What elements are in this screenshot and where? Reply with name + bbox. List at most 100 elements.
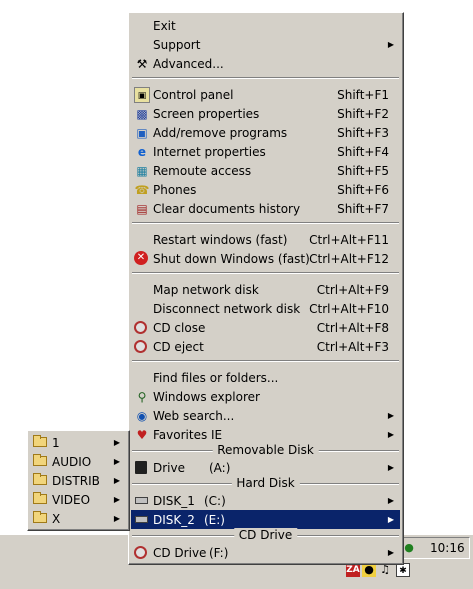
menu-item-label: Drive (153, 461, 185, 475)
menu-item-shortcut: Ctrl+Alt+F9 (316, 283, 389, 297)
submenu-arrow-icon: ▶ (387, 463, 394, 472)
tray-monitor-icon[interactable]: ✱ (396, 563, 410, 577)
menu-item-clear-documents-history[interactable]: ▤ Clear documents history Shift+F7 (131, 199, 400, 218)
submenu-item-video[interactable]: VIDEO ▶ (30, 490, 126, 509)
menu-item-restart-windows[interactable]: Restart windows (fast) Ctrl+Alt+F11 (131, 230, 400, 249)
submenu-item-1[interactable]: 1 ▶ (30, 433, 126, 452)
shutdown-icon: ✕ (134, 251, 148, 265)
internet-icon: e (137, 145, 147, 159)
menu-item-label: Phones (153, 183, 197, 197)
section-header-hard-disk: Hard Disk (132, 476, 399, 491)
drive-icon (135, 516, 148, 523)
menu-item-disconnect-network-disk[interactable]: Disconnect network disk Ctrl+Alt+F10 (131, 299, 400, 318)
menu-item-map-network-disk[interactable]: Map network disk Ctrl+Alt+F9 (131, 280, 400, 299)
cd-icon (134, 340, 147, 353)
section-header-removable-disk: Removable Disk (132, 443, 399, 458)
cd-icon (134, 321, 147, 334)
submenu-item-distrib[interactable]: DISTRIB ▶ (30, 471, 126, 490)
menu-item-screen-properties[interactable]: ▩ Screen properties Shift+F2 (131, 104, 400, 123)
menu-item-label: CD Drive (153, 546, 207, 560)
menu-item-label: Shut down Windows (fast) (153, 252, 310, 266)
submenu-item-audio[interactable]: AUDIO ▶ (30, 452, 126, 471)
drive-letter: (C:) (204, 494, 226, 508)
clear-history-icon: ▤ (136, 202, 148, 216)
menu-item-label: Add/remove programs (153, 126, 288, 140)
menu-item-cd-drive-f[interactable]: CD Drive (F:) ▶ (131, 543, 400, 562)
folder-icon (33, 511, 47, 523)
menu-item-label: Remoute access (153, 164, 252, 178)
drive-letter: (A:) (209, 461, 231, 475)
tray-za-icon[interactable]: ZA (346, 563, 360, 577)
menu-separator (132, 77, 399, 79)
menu-item-label: Clear documents history (153, 202, 301, 216)
folder-icon (33, 454, 47, 466)
drive-letter: (F:) (209, 546, 229, 560)
submenu-arrow-icon: ▶ (113, 457, 120, 466)
section-header-label: CD Drive (233, 528, 298, 542)
menu-item-label: CD eject (153, 340, 204, 354)
menu-item-remoute-access[interactable]: ▦ Remoute access Shift+F5 (131, 161, 400, 180)
menu-item-label: Screen properties (153, 107, 260, 121)
menu-item-label: AUDIO (52, 455, 92, 469)
remote-access-icon: ▦ (136, 164, 148, 178)
tray-speaker-icon[interactable]: ♫ (378, 563, 392, 577)
menu-item-web-search[interactable]: ◉ Web search... ▶ (131, 406, 400, 425)
menu-item-shortcut: Shift+F2 (337, 107, 389, 121)
control-panel-icon: ▣ (134, 87, 150, 103)
section-header-label: Removable Disk (212, 443, 319, 457)
tray-yellow-icon[interactable]: ● (362, 563, 376, 577)
menu-item-support[interactable]: Support ▶ (131, 35, 400, 54)
menu-item-add-remove-programs[interactable]: ▣ Add/remove programs Shift+F3 (131, 123, 400, 142)
menu-item-label: DISK_1 (153, 494, 195, 508)
menu-item-label: Disconnect network disk (153, 302, 301, 316)
menu-item-label: Exit (153, 19, 176, 33)
menu-item-shortcut: Ctrl+Alt+F3 (316, 340, 389, 354)
screen-icon: ▩ (136, 107, 148, 121)
menu-item-windows-explorer[interactable]: ⚲ Windows explorer (131, 387, 400, 406)
submenu-arrow-icon: ▶ (387, 496, 394, 505)
submenu-arrow-icon: ▶ (113, 514, 120, 523)
menu-item-label: Control panel (153, 88, 234, 102)
menu-item-disk-2[interactable]: DISK_2 (E:) ▶ (131, 510, 400, 529)
programs-icon: ▣ (136, 126, 148, 140)
menu-item-advanced[interactable]: ⚒ Advanced... (131, 54, 400, 73)
menu-item-shortcut: Ctrl+Alt+F11 (309, 233, 389, 247)
menu-item-label: DISK_2 (153, 513, 195, 527)
menu-item-label: X (52, 512, 61, 526)
menu-item-label: Restart windows (fast) (153, 233, 288, 247)
menu-item-label: Find files or folders... (153, 371, 279, 385)
menu-item-cd-close[interactable]: CD close Ctrl+Alt+F8 (131, 318, 400, 337)
submenu-arrow-icon: ▶ (387, 40, 394, 49)
menu-item-phones[interactable]: ☎ Phones Shift+F6 (131, 180, 400, 199)
menu-item-internet-properties[interactable]: e Internet properties Shift+F4 (131, 142, 400, 161)
submenu-arrow-icon: ▶ (387, 548, 394, 557)
menu-item-find-files[interactable]: Find files or folders... (131, 368, 400, 387)
drive-letter: (E:) (204, 513, 225, 527)
menu-item-disk-1[interactable]: DISK_1 (C:) ▶ (131, 491, 400, 510)
menu-item-exit[interactable]: Exit (131, 16, 400, 35)
cd-icon (134, 546, 147, 559)
submenu-item-x[interactable]: X ▶ (30, 509, 126, 528)
menu-item-label: VIDEO (52, 493, 91, 507)
menu-item-shortcut: Shift+F5 (337, 164, 389, 178)
menu-item-label: Advanced... (153, 57, 224, 71)
taskbar-clock[interactable]: 10:16 (430, 541, 465, 555)
menu-item-favorites-ie[interactable]: ♥ Favorites IE ▶ (131, 425, 400, 444)
menu-item-cd-eject[interactable]: CD eject Ctrl+Alt+F3 (131, 337, 400, 356)
submenu-arrow-icon: ▶ (387, 411, 394, 420)
menu-item-shortcut: Ctrl+Alt+F12 (309, 252, 389, 266)
submenu-arrow-icon: ▶ (113, 495, 120, 504)
tray-green-icon[interactable]: ● (403, 541, 415, 555)
menu-item-control-panel[interactable]: ▣ Control panel Shift+F1 (131, 85, 400, 104)
menu-item-label: Windows explorer (153, 390, 260, 404)
menu-item-shortcut: Shift+F4 (337, 145, 389, 159)
menu-item-drive-a[interactable]: Drive (A:) ▶ (131, 458, 400, 477)
drive-icon (135, 497, 148, 504)
menu-item-shortcut: Shift+F3 (337, 126, 389, 140)
menu-separator (132, 222, 399, 224)
main-context-menu: Exit Support ▶ ⚒ Advanced... ▣ Control p… (128, 12, 404, 565)
menu-item-shut-down-windows[interactable]: ✕ Shut down Windows (fast) Ctrl+Alt+F12 (131, 249, 400, 268)
menu-item-label: 1 (52, 436, 60, 450)
menu-item-label: CD close (153, 321, 206, 335)
menu-item-label: DISTRIB (52, 474, 100, 488)
